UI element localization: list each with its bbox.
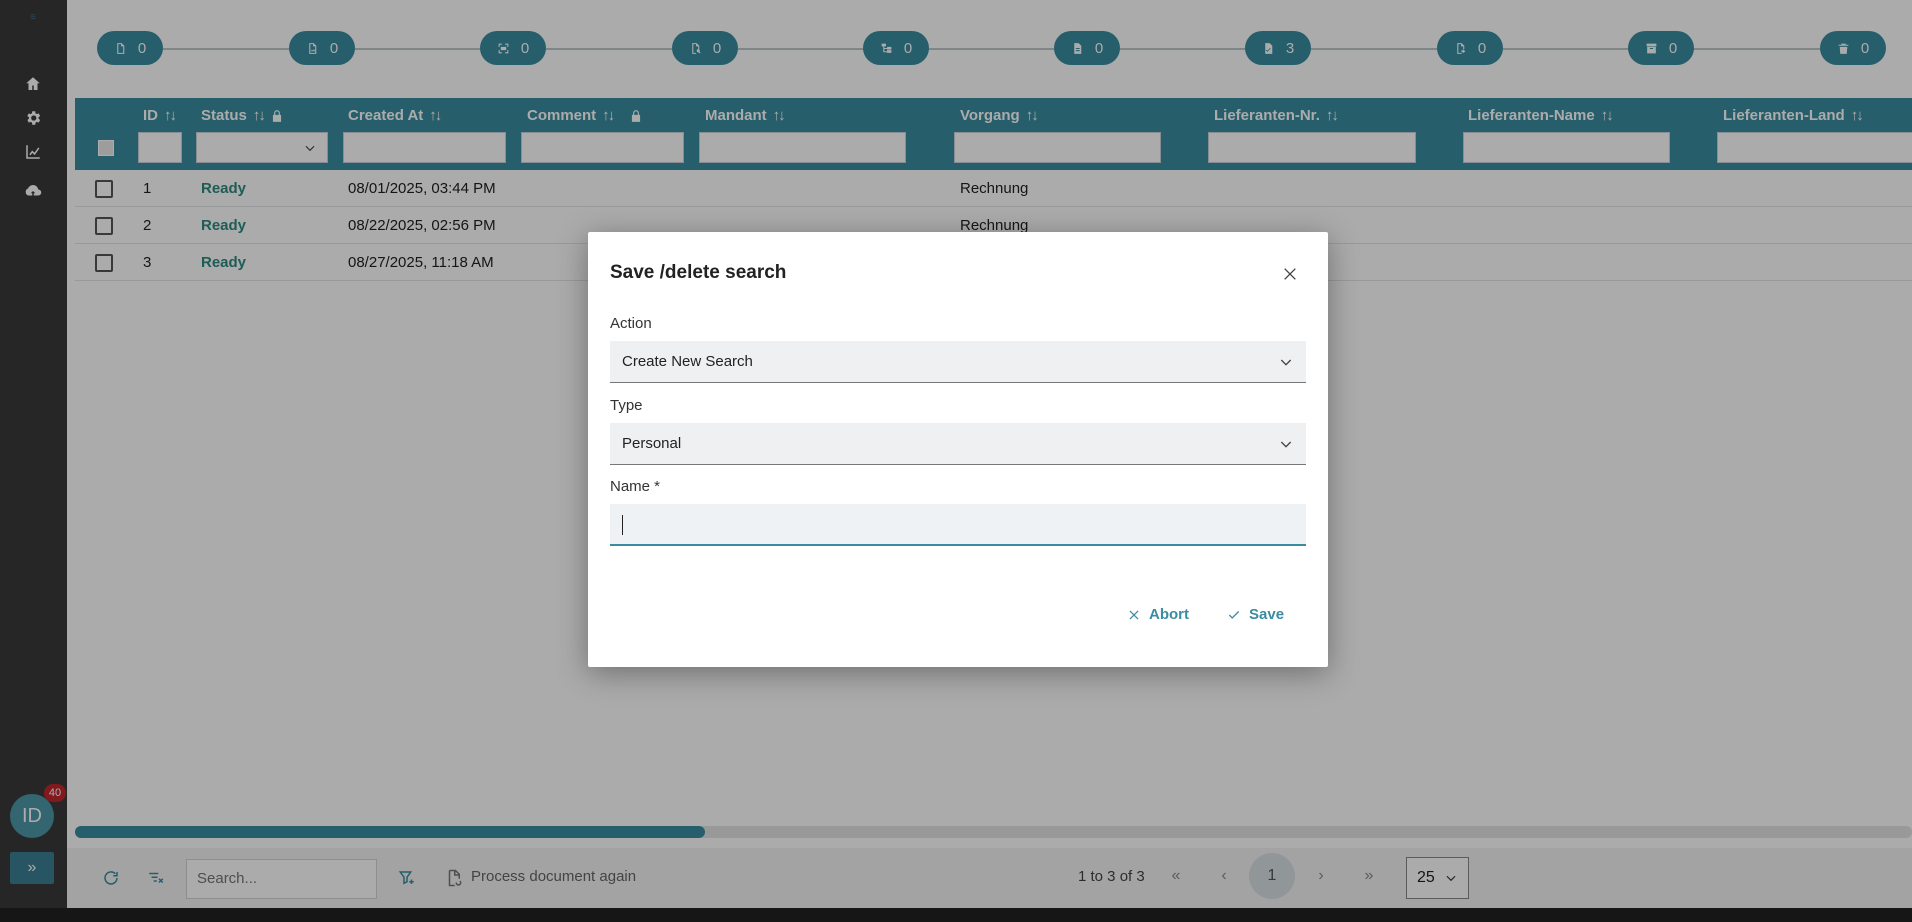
chevron-down-icon [1280,441,1292,448]
name-input[interactable] [610,504,1306,546]
action-select[interactable]: Create New Search [610,341,1306,383]
save-search-dialog: Save /delete search Action Create New Se… [588,232,1328,667]
abort-button[interactable]: Abort [1127,606,1189,623]
type-select[interactable]: Personal [610,423,1306,465]
name-label: Name * [610,478,661,495]
dialog-title: Save /delete search [610,262,787,283]
check-icon [1228,610,1240,619]
type-label: Type [610,397,643,414]
action-label: Action [610,315,652,332]
save-button[interactable]: Save [1227,606,1284,623]
close-icon [1129,609,1139,620]
text-caret [622,515,623,535]
chevron-down-icon [1280,359,1292,366]
close-icon[interactable] [1278,262,1302,286]
